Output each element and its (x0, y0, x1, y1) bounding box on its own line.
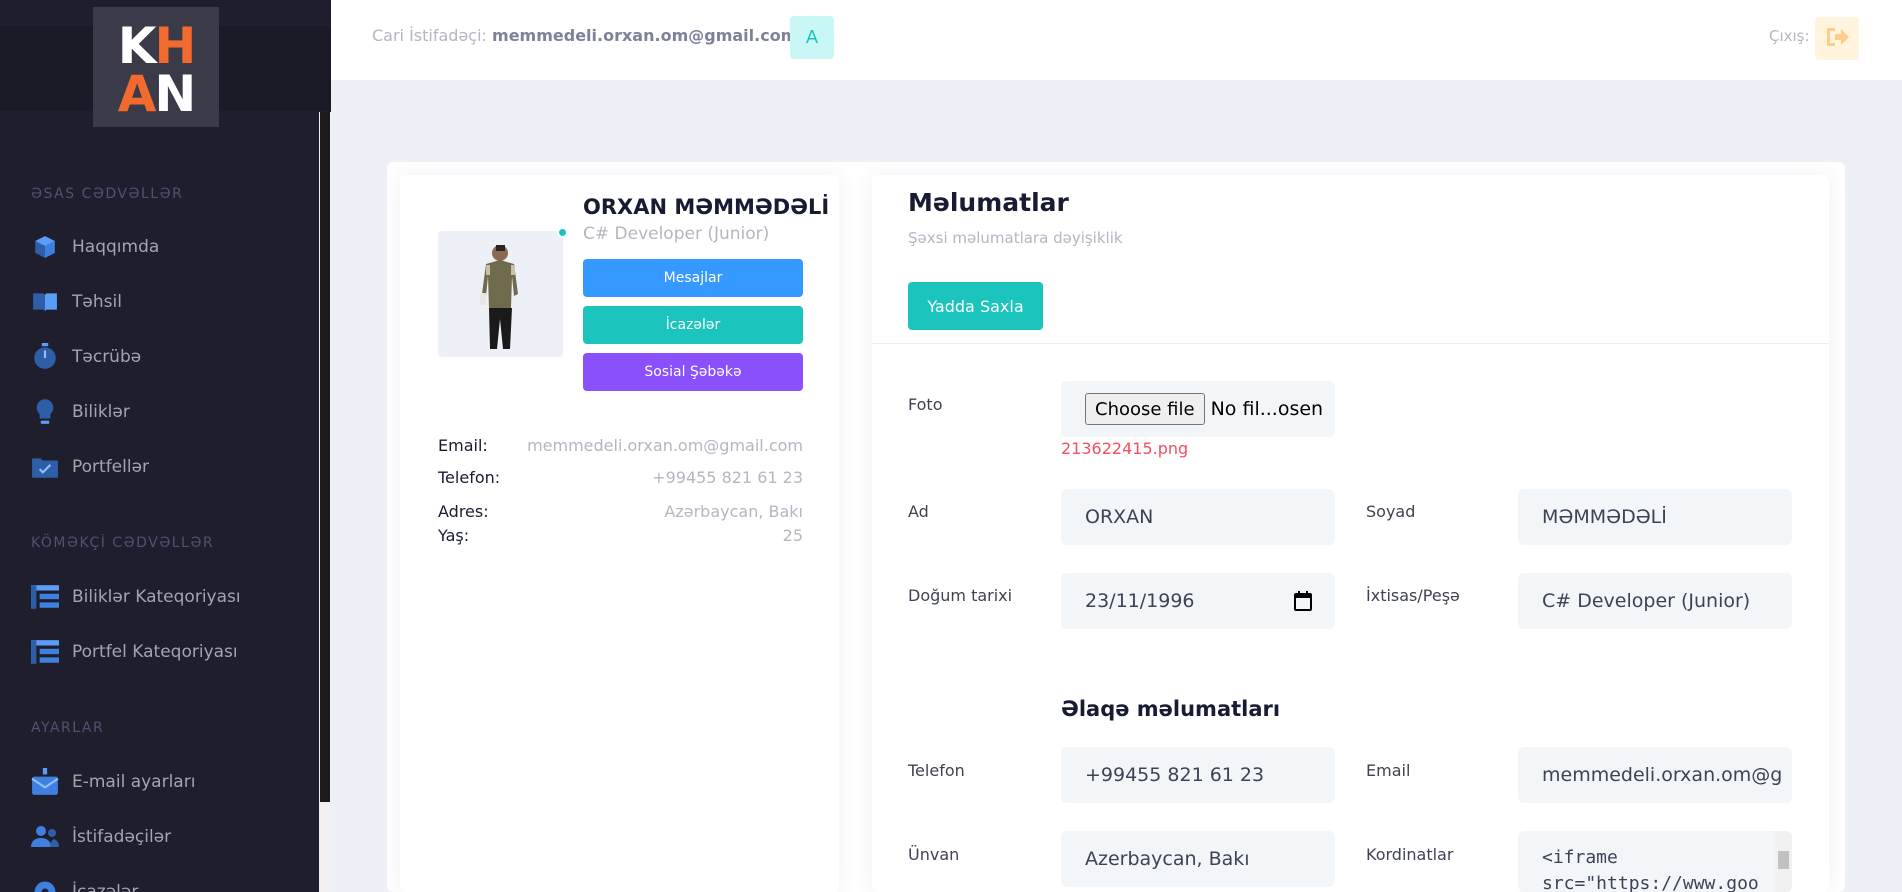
lightbulb-icon (30, 397, 60, 427)
logo-letter: A (117, 65, 157, 123)
sidebar-item-label: Biliklər (72, 402, 130, 422)
sidebar-item-permissions[interactable]: İcazələr (30, 875, 300, 892)
profession-label: İxtisas/Peşə (1366, 586, 1460, 605)
address-field[interactable]: Azerbaycan, Bakı (1061, 831, 1335, 887)
email-field[interactable]: memmedeli.orxan.om@g (1518, 747, 1792, 803)
photo-label: Foto (908, 395, 943, 414)
info-email-value[interactable]: memmedeli.orxan.om@gmail.com (527, 436, 803, 455)
profile-name: ORXAN MƏMMƏDƏLİ (583, 195, 830, 219)
book-icon (30, 287, 60, 317)
info-address-value: Azərbaycan, Bakı (664, 502, 803, 521)
sidebar-item-tecrube[interactable]: Təcrübə (30, 340, 300, 374)
messages-button[interactable]: Mesajlar (583, 259, 803, 297)
contact-info-heading: Əlaqə məlumatları (1061, 697, 1281, 721)
avatar[interactable]: A (790, 16, 834, 59)
sidebar-scrollbar[interactable] (319, 112, 331, 892)
form-subtitle: Şəxsi məlumatlara dəyişiklik (908, 229, 1123, 247)
logo-letter: N (154, 65, 196, 123)
phone-label: Telefon (908, 761, 965, 780)
section-title-main: ƏSAS CƏDVƏLLƏR (31, 186, 184, 202)
sidebar-item-label: İcazələr (72, 882, 139, 892)
info-phone-label: Telefon: (438, 468, 501, 487)
sidebar-item-bilikler-kateqoriyasi[interactable]: Biliklər Kateqoriyası (30, 580, 300, 614)
name-field[interactable]: ORXAN (1061, 489, 1335, 545)
choose-file-button[interactable]: Choose file (1085, 393, 1205, 425)
birth-date-value: 23/11/1996 (1085, 590, 1195, 612)
section-title-settings: AYARLAR (31, 720, 105, 736)
sidebar-item-label: E-mail ayarları (72, 772, 196, 792)
phone-field[interactable]: +99455 821 61 23 (1061, 747, 1335, 803)
sidebar: KH AN ƏSAS CƏDVƏLLƏR Haqqımda Təhsil Təc… (0, 0, 331, 892)
sidebar-item-label: Təhsil (72, 292, 122, 312)
sidebar-item-label: İstifadəçilər (72, 827, 172, 847)
surname-label: Soyad (1366, 502, 1416, 521)
cube-icon (30, 232, 60, 262)
mail-icon (30, 767, 60, 797)
info-age-value: 25 (782, 526, 803, 545)
textarea-scrollbar[interactable] (1775, 831, 1792, 892)
current-user-email: memmedeli.orxan.om@gmail.com (492, 26, 798, 45)
section-title-helper: KÖMƏKÇİ CƏDVƏLLƏR (31, 535, 215, 551)
coordinates-line: src="https://www.goo (1542, 873, 1759, 892)
info-phone-value: +99455 821 61 23 (652, 468, 803, 487)
khan-logo[interactable]: KH AN (93, 7, 219, 127)
sidebar-item-tehsil[interactable]: Təhsil (30, 285, 300, 319)
logout-label: Çıxış: (1769, 27, 1810, 45)
photo-file-input[interactable]: Choose file No fil...osen (1061, 381, 1335, 437)
address-label: Ünvan (908, 845, 960, 864)
sidebar-item-haqqimda[interactable]: Haqqımda (30, 230, 300, 264)
current-user-label: Cari İstifadəçi: (372, 26, 487, 45)
coordinates-textarea[interactable]: <iframe src="https://www.goo (1518, 831, 1792, 892)
folder-check-icon (30, 452, 60, 482)
logout-button[interactable] (1815, 17, 1859, 60)
online-status-dot (557, 227, 568, 238)
name-label: Ad (908, 502, 929, 521)
info-email-label: Email: (438, 436, 488, 455)
sidebar-item-label: Portfel Kateqoriyası (72, 642, 238, 662)
sidebar-item-label: Haqqımda (72, 237, 160, 257)
birth-date-field[interactable]: 23/11/1996 (1061, 573, 1335, 629)
birth-date-label: Doğum tarixi (908, 586, 1013, 605)
save-button[interactable]: Yadda Saxla (908, 282, 1043, 330)
permissions-button[interactable]: İcazələr (583, 306, 803, 344)
sidebar-item-email-settings[interactable]: E-mail ayarları (30, 765, 300, 799)
sidebar-item-portfeller[interactable]: Portfellər (30, 450, 300, 484)
info-age-label: Yaş: (438, 526, 470, 545)
sidebar-item-label: Portfellər (72, 457, 150, 477)
stopwatch-icon (30, 342, 60, 372)
sign-out-icon (1825, 26, 1849, 52)
current-file-name: 213622415.png (1061, 439, 1189, 458)
list-icon (30, 637, 60, 667)
social-network-button[interactable]: Sosial Şəbəkə (583, 353, 803, 391)
form-divider (872, 343, 1829, 344)
sidebar-item-users[interactable]: İstifadəçilər (30, 820, 300, 854)
sidebar-item-label: Biliklər Kateqoriyası (72, 587, 241, 607)
sidebar-item-portfel-kateqoriyasi[interactable]: Portfel Kateqoriyası (30, 635, 300, 669)
profile-photo (438, 231, 563, 357)
calendar-icon[interactable] (1294, 591, 1312, 616)
email-label: Email (1366, 761, 1411, 780)
top-header: Cari İstifadəçi: memmedeli.orxan.om@gmai… (331, 0, 1902, 80)
list-icon (30, 582, 60, 612)
users-icon (30, 822, 60, 852)
form-title: Məlumatlar (908, 188, 1069, 217)
file-status: No fil...osen (1210, 398, 1324, 420)
sidebar-item-bilikler[interactable]: Biliklər (30, 395, 300, 429)
scrollbar-thumb[interactable] (1778, 851, 1789, 869)
current-user-info: Cari İstifadəçi: memmedeli.orxan.om@gmai… (372, 26, 797, 45)
profession-field[interactable]: C# Developer (Junior) (1518, 573, 1792, 629)
coordinates-label: Kordinatlar (1366, 845, 1454, 864)
profile-role: C# Developer (Junior) (583, 224, 770, 244)
surname-field[interactable]: MƏMMƏDƏLİ (1518, 489, 1792, 545)
scrollbar-thumb[interactable] (320, 112, 330, 802)
gear-icon (30, 877, 60, 892)
sidebar-item-label: Təcrübə (72, 347, 142, 367)
info-address-label: Adres: (438, 502, 489, 521)
coordinates-line: <iframe (1542, 847, 1618, 868)
